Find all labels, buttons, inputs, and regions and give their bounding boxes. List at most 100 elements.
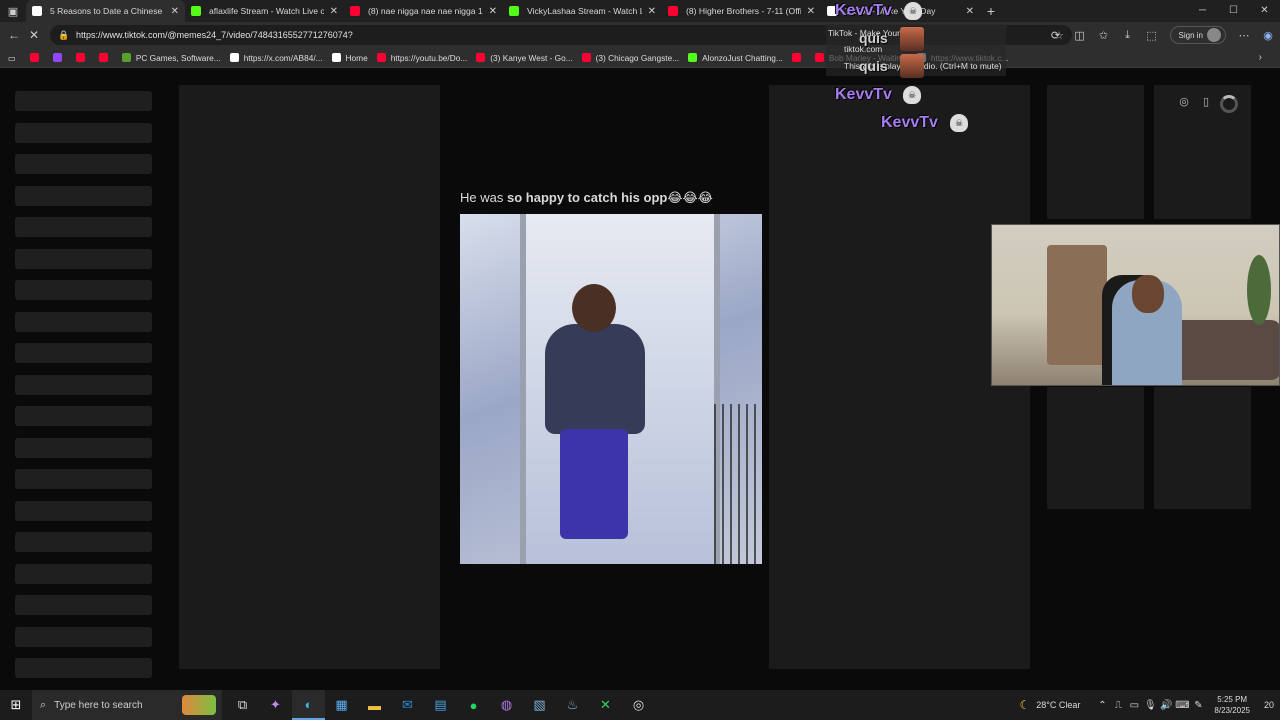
spotify-icon[interactable]: ● [457, 690, 490, 720]
close-tab-icon[interactable]: ✕ [807, 6, 815, 17]
store-icon[interactable]: ▦ [325, 690, 358, 720]
bookmark-label: AlonzoJust Chatting... [702, 52, 783, 63]
close-tab-icon[interactable]: ✕ [648, 6, 656, 17]
video-player[interactable] [460, 214, 762, 564]
loading-spinner-icon [1220, 95, 1238, 116]
sidebar-skeleton-row [15, 91, 152, 111]
close-tab-icon[interactable]: ✕ [966, 6, 974, 17]
file-explorer-icon[interactable]: ▬ [358, 690, 391, 720]
sidebar-skeleton-row [15, 469, 152, 489]
sign-in-button[interactable]: Sign in [1169, 26, 1226, 44]
tab-favicon-icon [350, 6, 360, 16]
thumbnail-placeholder [1047, 85, 1144, 219]
stop-loading-icon[interactable]: ✕ [24, 28, 44, 42]
tab-title: aflaxlife Stream - Watch Live on K [209, 6, 324, 16]
favorite-link[interactable] [791, 53, 806, 62]
favorites-bar-folder-icon[interactable]: ▭ [8, 53, 16, 63]
browser-tab[interactable]: aflaxlife Stream - Watch Live on K ✕ [185, 0, 344, 22]
split-screen-icon[interactable]: ◫ [1068, 29, 1092, 42]
browser-tab[interactable]: TikTok - Make Your Day ✕ [821, 0, 980, 22]
bookmark-label: Home [345, 52, 368, 63]
favorite-link[interactable]: https://youtu.be/Do... [376, 52, 468, 63]
outlook-icon[interactable]: ✉ [391, 690, 424, 720]
browser-tab[interactable]: (8) Higher Brothers - 7-11 (Officia ✕ [662, 0, 821, 22]
bookmark-favicon-icon [688, 53, 698, 62]
favorite-link[interactable] [52, 53, 67, 62]
back-icon[interactable]: ← [4, 28, 24, 42]
close-tab-icon[interactable]: ✕ [330, 6, 338, 17]
favorite-link[interactable]: AlonzoJust Chatting... [688, 53, 783, 63]
copilot-icon[interactable]: ◉ [1256, 29, 1280, 42]
search-icon: ⌕ [40, 698, 47, 711]
extensions-icon[interactable]: ⬚ [1140, 29, 1164, 42]
keyboard-icon[interactable]: ⌨ [1174, 700, 1190, 711]
moon-icon: ☾ [1019, 698, 1031, 712]
notepad-icon[interactable]: ▧ [523, 690, 556, 720]
windows-start-icon[interactable]: ⊞ [0, 697, 32, 713]
minimize-icon[interactable]: ─ [1187, 0, 1218, 22]
page-action-icons: ◎ ▯ [1176, 95, 1238, 116]
chevron-up-icon[interactable]: ⌃ [1094, 700, 1110, 711]
notification-count-badge[interactable]: 20 [1258, 700, 1280, 710]
bookmark-favicon-icon [52, 53, 62, 62]
tab-title: (8) nae nigga nae nae nigga 1080 [368, 6, 483, 16]
close-window-icon[interactable]: ✕ [1249, 0, 1280, 22]
favorite-link[interactable]: (3) Kanye West - Go... [476, 52, 573, 63]
chevron-right-icon[interactable]: › [1259, 52, 1262, 63]
favorite-link[interactable]: (3) Chicago Gangste... [581, 53, 679, 63]
refresh-icon[interactable]: ⟳ [1044, 29, 1068, 42]
lock-icon[interactable]: 🔒 [58, 30, 69, 41]
tab-favicon-icon [827, 6, 837, 16]
tab-strip: ▣ 5 Reasons to Date a Chinese Girl✕aflax… [0, 0, 1280, 22]
calculator-app-icon[interactable]: ▤ [424, 690, 457, 720]
bookmark-favicon-icon [98, 53, 108, 62]
weather-widget[interactable]: ☾ 28°C Clear [1020, 698, 1081, 712]
obs-icon[interactable]: ◍ [490, 690, 523, 720]
more-menu-icon[interactable]: ⋯ [1232, 29, 1256, 42]
favorites-icon[interactable]: ✩ [1092, 29, 1116, 42]
maximize-icon[interactable]: ☐ [1218, 0, 1249, 22]
sidebar-skeleton-row [15, 406, 152, 426]
sidebar-skeleton-row [15, 595, 152, 615]
favorite-link[interactable] [75, 53, 90, 62]
chrome-icon[interactable]: ◎ [622, 690, 655, 720]
downloads-icon[interactable]: ⤓ [1116, 29, 1140, 42]
favorites-bar: ▭ PC Games, Software... https://x.com/AB8… [0, 48, 1280, 68]
battery-icon[interactable]: ▭ [1126, 700, 1142, 711]
tab-actions-icon[interactable]: ▣ [0, 0, 26, 22]
taskbar-search-box[interactable]: ⌕ Type here to search [32, 690, 222, 720]
favorite-link[interactable] [98, 53, 113, 62]
device-icon[interactable]: ▯ [1198, 95, 1214, 116]
copilot-app-icon[interactable]: ✦ [259, 690, 292, 720]
sidebar-skeleton-row [15, 185, 152, 206]
tooltip-domain: tiktok.com [844, 44, 883, 54]
bookmark-label: (3) Kanye West - Go... [490, 52, 573, 63]
microphone-icon[interactable]: 🎙 [1142, 700, 1158, 711]
browser-tab[interactable]: (8) nae nigga nae nae nigga 1080 ✕ [344, 0, 503, 22]
new-tab-button[interactable]: + [980, 3, 1002, 19]
browser-tab[interactable]: VickyLashaa Stream - Watch Live ✕ [503, 0, 662, 22]
bookmark-label: https://youtu.be/Do... [390, 52, 468, 63]
favorite-link[interactable]: PC Games, Software... [121, 53, 221, 63]
compass-icon[interactable]: ◎ [1176, 95, 1192, 116]
sign-in-label: Sign in [1178, 30, 1203, 40]
favorite-link[interactable]: https://x.com/AB84/... [229, 53, 323, 63]
edge-browser-icon[interactable]: ◐ [292, 690, 325, 720]
pen-icon[interactable]: ✎ [1190, 700, 1206, 711]
sidebar-skeleton-row [15, 122, 152, 143]
clock[interactable]: 5:25 PM 8/23/2025 [1214, 694, 1250, 716]
xbox-icon[interactable]: ✕ [589, 690, 622, 720]
tooltip-audio-hint: This tab is playing audio. (Ctrl+M to mu… [844, 61, 1002, 71]
tab-title: 5 Reasons to Date a Chinese Girl [50, 6, 165, 16]
favorite-link[interactable]: Home [331, 52, 368, 63]
volume-icon[interactable]: 🔊 [1158, 700, 1174, 711]
browser-tab[interactable]: 5 Reasons to Date a Chinese Girl ✕ [26, 0, 185, 22]
task-view-icon[interactable]: ⧉ [226, 690, 259, 720]
sidebar-skeleton-row [15, 311, 152, 332]
close-tab-icon[interactable]: ✕ [489, 6, 497, 17]
steam-icon[interactable]: ♨ [556, 690, 589, 720]
favorite-link[interactable] [29, 53, 44, 62]
close-tab-icon[interactable]: ✕ [171, 6, 179, 17]
network-icon[interactable]: ⎍ [1110, 700, 1126, 711]
tab-favicon-icon [191, 6, 201, 16]
